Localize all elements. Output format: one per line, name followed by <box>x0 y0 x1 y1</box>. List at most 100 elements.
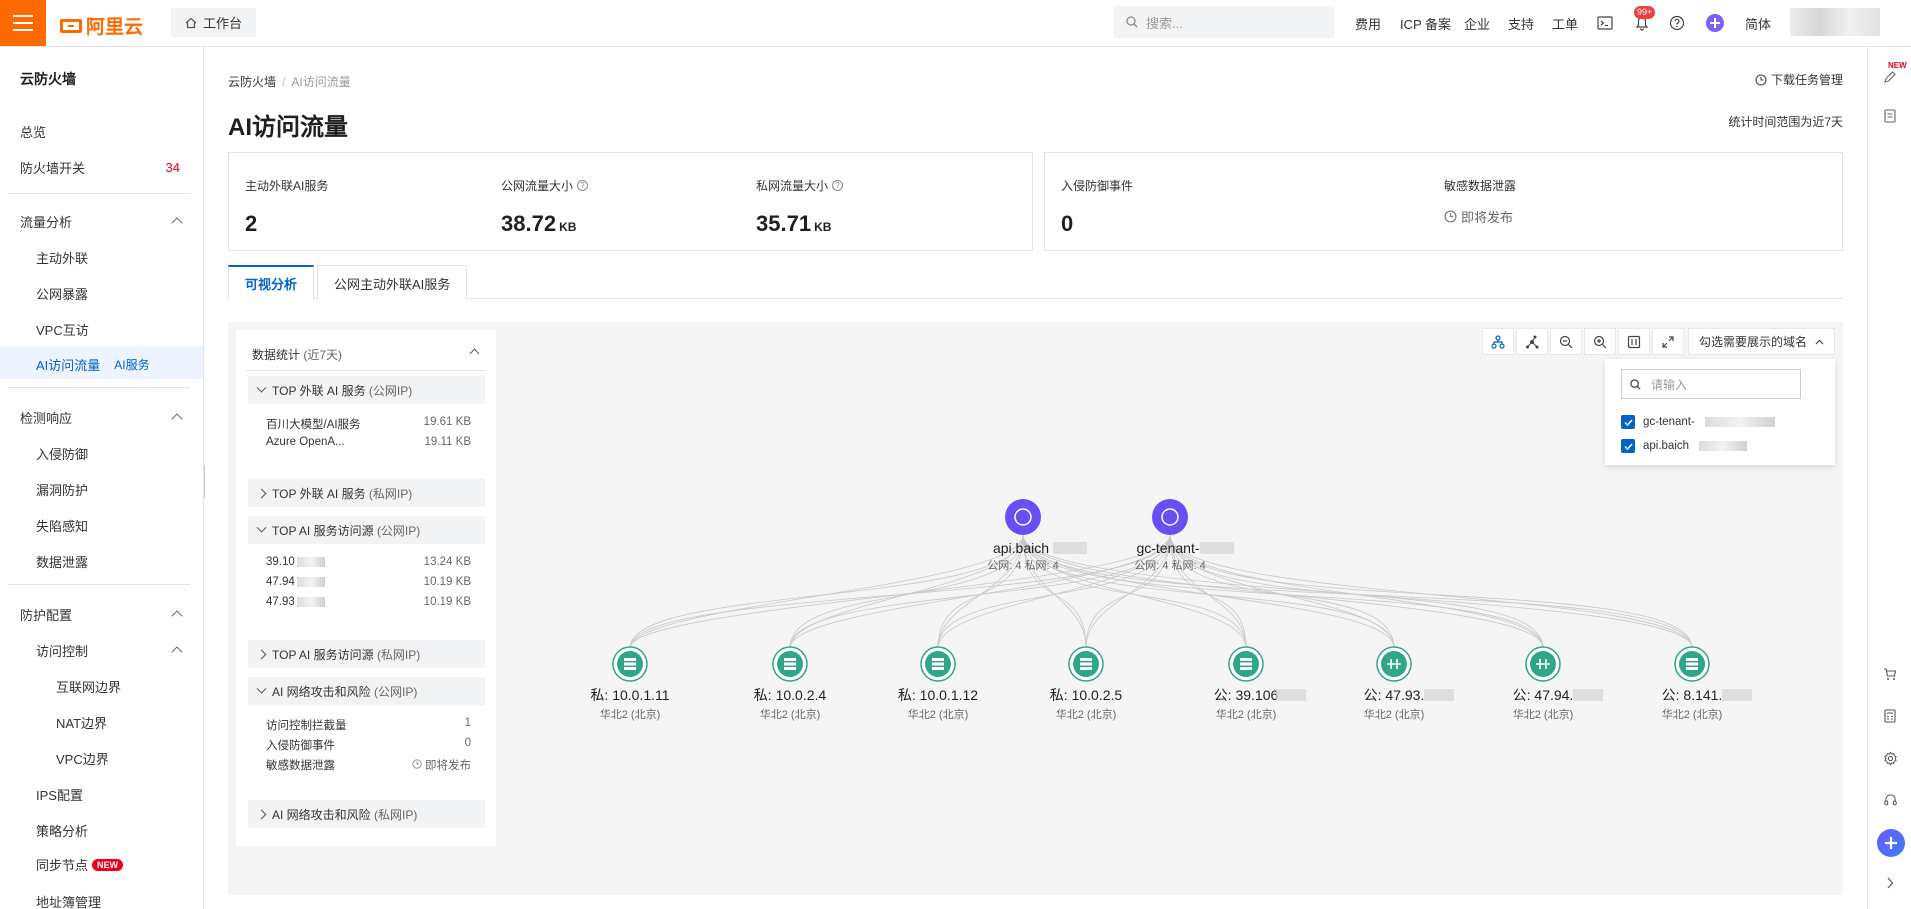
ai-service-node[interactable]: gc-tenant- 公网: 4 私网: 4 <box>1134 499 1234 572</box>
headset-icon[interactable] <box>1880 790 1900 810</box>
ai-service-node[interactable]: api.baich 公网: 4 私网: 4 <box>987 499 1087 572</box>
global-search-input[interactable]: 搜索... <box>1114 6 1334 38</box>
layout-force-icon[interactable] <box>1515 328 1548 355</box>
sidebar-item-vpc[interactable]: VPC互访 <box>36 320 89 339</box>
sidebar-item-honeypot[interactable]: 失陷感知 <box>36 516 88 535</box>
cart-icon[interactable] <box>1880 664 1900 684</box>
source-node[interactable]: 公: 39.106 华北2 (北京) <box>1214 646 1306 721</box>
graph-edge <box>1169 534 1693 649</box>
breadcrumb-root[interactable]: 云防火墙 <box>228 75 276 89</box>
source-node[interactable]: 私: 10.0.2.4 华北2 (北京) <box>754 646 827 721</box>
source-node[interactable]: 私: 10.0.1.11 华北2 (北京) <box>590 646 670 721</box>
help-icon[interactable]: ? <box>832 180 844 191</box>
section-top-ai-public[interactable]: TOP 外联 AI 服务 (公网IP) <box>248 376 485 404</box>
section-sub: (公网IP) <box>374 684 418 699</box>
sidebar-item-internet-edge[interactable]: 互联网边界 <box>56 677 121 696</box>
workbench-button[interactable]: 工作台 <box>171 8 257 37</box>
logo-text: 阿里云 <box>86 17 144 38</box>
sidebar-item-fw-switch[interactable]: 防火墙开关 34 <box>20 158 180 177</box>
public-unit: KB <box>559 220 577 234</box>
sidebar-item-sync[interactable]: 同步节点 NEW <box>36 855 124 874</box>
help-icon[interactable]: ? <box>577 180 589 191</box>
zoom-out-icon[interactable] <box>1549 328 1582 355</box>
nav-enterprise[interactable]: 企业 <box>1464 0 1490 46</box>
sidebar-item-intrusion[interactable]: 入侵防御 <box>36 444 88 463</box>
domain-checkbox-gc-tenant[interactable]: gc-tenant- <box>1621 415 1775 429</box>
server-slot <box>624 658 636 661</box>
calculator-icon[interactable] <box>1880 706 1900 726</box>
source-node[interactable]: 公: 47.93. 华北2 (北京) <box>1364 646 1454 721</box>
nav-fees[interactable]: 费用 <box>1355 0 1381 46</box>
chevron-up-icon[interactable] <box>171 413 183 425</box>
stat-label-public: 公网流量大小? <box>501 177 589 194</box>
chevron-up-icon[interactable] <box>171 646 183 658</box>
section-title: TOP AI 服务访问源 <box>272 523 374 538</box>
source-node-region: 华北2 (北京) <box>1216 707 1277 721</box>
tab-visual-analysis[interactable]: 可视分析 <box>228 265 315 300</box>
breadcrumb-current: AI访问流量 <box>291 75 351 89</box>
domain-checkbox-api-baich[interactable]: api.baich <box>1621 439 1748 453</box>
aliyun-logo[interactable]: 阿里云 <box>60 12 143 39</box>
section-risk-private[interactable]: AI 网络攻击和风险 (私网IP) <box>248 800 485 828</box>
section-title: TOP 外联 AI 服务 <box>272 383 366 398</box>
sidebar-item-vuln[interactable]: 漏洞防护 <box>36 480 88 499</box>
sidebar-item-address-book[interactable]: 地址簿管理 <box>36 892 101 909</box>
chevron-up-icon[interactable] <box>171 217 183 229</box>
chevron-up-icon[interactable] <box>171 610 183 622</box>
sidebar-item-exposure[interactable]: 公网暴露 <box>36 284 88 303</box>
tab-public-outbound-ai[interactable]: 公网主动外联AI服务 <box>317 265 468 300</box>
sidebar-item-leak[interactable]: 数据泄露 <box>36 552 88 571</box>
sidebar-group-access[interactable]: 访问控制 <box>36 641 88 660</box>
sidebar-item-policy[interactable]: 策略分析 <box>36 821 88 840</box>
sidebar-item-ai-traffic[interactable]: AI访问流量 AI服务 <box>36 355 150 374</box>
notification-badge: 99+ <box>1634 6 1656 19</box>
source-node[interactable]: 公: 8.141. 华北2 (北京) <box>1662 646 1752 721</box>
section-top-ai-private[interactable]: TOP 外联 AI 服务 (私网IP) <box>248 479 485 507</box>
menu-button[interactable] <box>0 0 46 46</box>
sidebar-group-detect[interactable]: 检测响应 <box>20 408 72 427</box>
row-value: 即将发布 <box>412 757 471 773</box>
chevron-right-icon[interactable] <box>1880 873 1900 893</box>
layout-tree-icon[interactable] <box>1481 328 1514 355</box>
language-switch[interactable]: 简体 <box>1745 0 1771 46</box>
download-tasks-link[interactable]: 下载任务管理 <box>1755 71 1843 88</box>
private-value: 35.71 <box>756 211 812 236</box>
section-top-source-public[interactable]: TOP AI 服务访问源 (公网IP) <box>248 516 485 544</box>
settings-icon[interactable] <box>1880 748 1900 768</box>
chevron-up-icon[interactable] <box>469 348 480 359</box>
section-risk-public[interactable]: AI 网络攻击和风险 (公网IP) <box>248 677 485 705</box>
fullscreen-icon[interactable] <box>1651 328 1684 355</box>
help-icon[interactable] <box>1667 13 1687 33</box>
domain-search-input[interactable]: 请输入 <box>1621 369 1801 399</box>
domain-filter-select[interactable]: 勾选需要展示的域名 <box>1687 328 1835 355</box>
source-node-label: 私: 10.0.2.5 <box>1050 687 1123 703</box>
nav-icp[interactable]: ICP 备案 <box>1400 0 1451 46</box>
account-avatar[interactable] <box>1790 8 1880 36</box>
source-node[interactable]: 私: 10.0.1.12 华北2 (北京) <box>898 646 978 721</box>
source-node[interactable]: 私: 10.0.2.5 华北2 (北京) <box>1050 646 1123 721</box>
terminal-icon[interactable] <box>1595 13 1615 33</box>
zoom-in-icon[interactable] <box>1583 328 1616 355</box>
sidebar-item-overview[interactable]: 总览 <box>20 122 46 141</box>
edit-icon[interactable] <box>1880 67 1900 87</box>
section-top-source-private[interactable]: TOP AI 服务访问源 (私网IP) <box>248 640 485 668</box>
graph-edge <box>789 534 1024 649</box>
ai-assistant-fab[interactable] <box>1877 829 1905 857</box>
sidebar-group-traffic[interactable]: 流量分析 <box>20 212 72 231</box>
sidebar-item-outbound[interactable]: 主动外联 <box>36 248 88 267</box>
sidebar-item-nat-edge[interactable]: NAT边界 <box>56 713 107 732</box>
nav-support[interactable]: 支持 <box>1508 0 1534 46</box>
home-icon <box>185 17 197 28</box>
stat-value-intrusion: 0 <box>1061 211 1074 236</box>
ai-assistant-icon[interactable] <box>1705 13 1725 33</box>
domain-search-placeholder: 请输入 <box>1651 377 1688 392</box>
data-stats-header[interactable]: 数据统计 (近7天) <box>252 346 342 363</box>
sidebar-group-protect[interactable]: 防护配置 <box>20 605 72 624</box>
source-node[interactable]: 公: 47.94. 华北2 (北京) <box>1513 646 1603 721</box>
fit-view-icon[interactable] <box>1617 328 1650 355</box>
document-icon[interactable] <box>1880 106 1900 126</box>
nav-ticket[interactable]: 工单 <box>1552 0 1578 46</box>
sidebar-item-vpc-edge[interactable]: VPC边界 <box>56 749 109 768</box>
checkbox-checked-icon <box>1621 415 1635 429</box>
sidebar-item-ips[interactable]: IPS配置 <box>36 785 83 804</box>
